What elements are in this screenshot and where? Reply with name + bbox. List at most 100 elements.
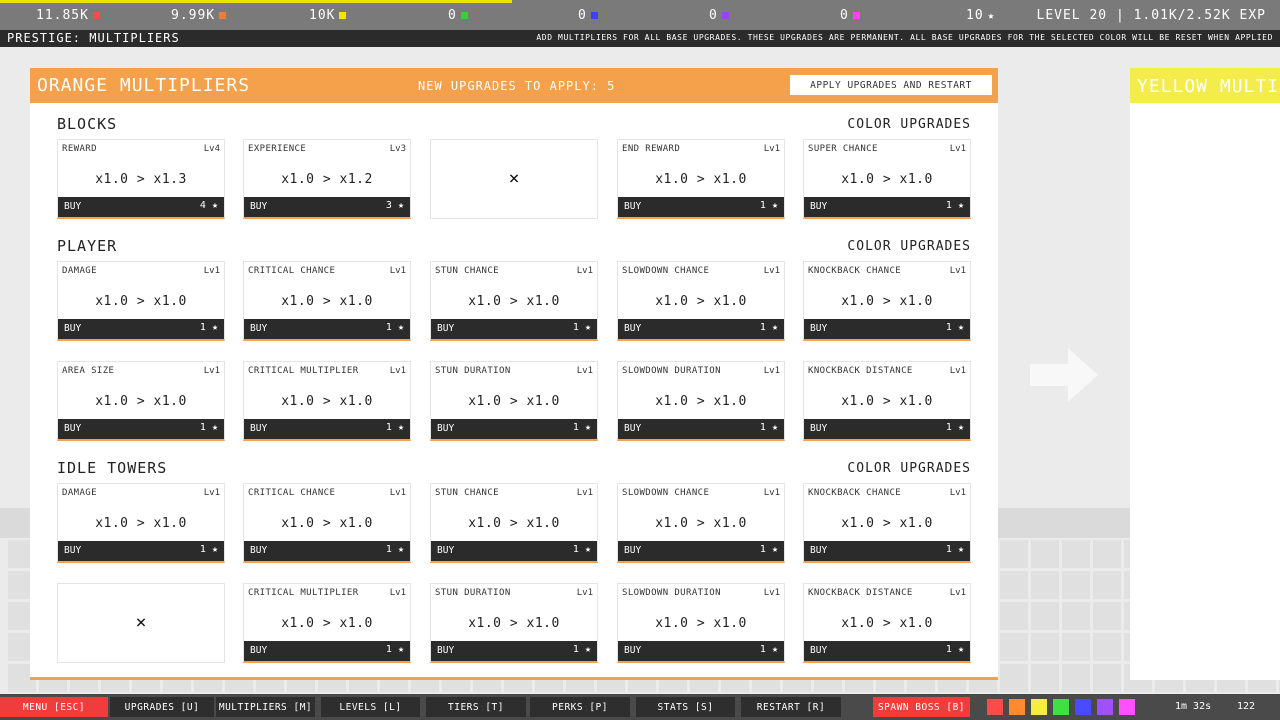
buy-button[interactable]: BUY 3 ★ <box>244 197 410 217</box>
color-swatch-button[interactable] <box>1097 699 1113 715</box>
background-tile <box>1062 602 1090 630</box>
resource-counter: 10K <box>309 8 347 23</box>
buy-label: BUY <box>250 545 268 556</box>
buy-label: BUY <box>250 423 268 434</box>
upgrade-level: Lv1 <box>576 266 593 276</box>
star-icon: ★ <box>211 200 218 211</box>
buy-label: BUY <box>810 423 828 434</box>
upgrade-multiplier: x1.0 > x1.0 <box>468 394 560 409</box>
color-square-icon <box>852 12 860 19</box>
perks-tab[interactable]: PERKS [P] <box>530 697 630 717</box>
upgrade-card: END REWARD Lv1 x1.0 > x1.0 BUY 1 ★ <box>617 139 785 219</box>
buy-button[interactable]: BUY 1 ★ <box>58 319 224 339</box>
upgrade-card: STUN CHANCE Lv1 x1.0 > x1.0 BUY 1 ★ <box>430 261 598 341</box>
color-swatch-button[interactable] <box>1009 699 1025 715</box>
background-tile <box>1000 571 1028 599</box>
color-swatch-button[interactable] <box>1075 699 1091 715</box>
buy-cost: 1 ★ <box>760 644 778 655</box>
upgrade-name: SUPER CHANCE <box>808 144 878 154</box>
buy-label: BUY <box>624 645 642 656</box>
buy-button[interactable]: BUY 1 ★ <box>618 197 784 217</box>
orange-multipliers-panel: ORANGE MULTIPLIERS NEW UPGRADES TO APPLY… <box>30 68 998 680</box>
spawn-boss-button[interactable]: SPAWN BOSS [B] <box>873 697 970 717</box>
upgrade-multiplier: x1.0 > x1.0 <box>655 394 747 409</box>
upgrade-level: Lv1 <box>389 488 406 498</box>
buy-button[interactable]: BUY 1 ★ <box>618 319 784 339</box>
color-swatch-button[interactable] <box>1031 699 1047 715</box>
upgrade-multiplier: x1.0 > x1.0 <box>281 394 373 409</box>
stars-counter: 10 ★ <box>966 8 995 23</box>
buy-button[interactable]: BUY 1 ★ <box>804 319 970 339</box>
buy-button[interactable]: BUY 1 ★ <box>244 541 410 561</box>
color-swatch-button[interactable] <box>987 699 1003 715</box>
background-tile <box>1000 602 1028 630</box>
side-panel-title: YELLOW MULTI <box>1130 68 1280 103</box>
resource-counter: 0 <box>709 8 729 23</box>
buy-cost: 1 ★ <box>946 644 964 655</box>
star-icon: ★ <box>771 200 778 211</box>
yellow-multipliers-panel[interactable]: YELLOW MULTI <box>1130 68 1280 680</box>
buy-label: BUY <box>437 323 455 334</box>
upgrade-name: CRITICAL MULTIPLIER <box>248 588 359 598</box>
apply-upgrades-button[interactable]: APPLY UPGRADES AND RESTART <box>790 75 992 95</box>
section-title-idle-towers: IDLE TOWERS <box>57 459 168 477</box>
resource-value: 0 <box>448 8 457 23</box>
buy-label: BUY <box>437 423 455 434</box>
upgrade-name: STUN DURATION <box>435 588 511 598</box>
buy-button[interactable]: BUY 1 ★ <box>431 319 597 339</box>
upgrade-level: Lv1 <box>949 144 966 154</box>
upgrade-name: CRITICAL MULTIPLIER <box>248 366 359 376</box>
upgrade-card: SLOWDOWN CHANCE Lv1 x1.0 > x1.0 BUY 1 ★ <box>617 261 785 341</box>
menu-button[interactable]: MENU [ESC] <box>0 697 108 717</box>
upgrades-tab[interactable]: UPGRADES [U] <box>110 697 214 717</box>
cost-value: 4 <box>199 200 206 211</box>
upgrade-name: END REWARD <box>622 144 681 154</box>
star-icon: ★ <box>987 9 996 22</box>
background-tile <box>1093 633 1121 661</box>
upgrade-level: Lv1 <box>576 488 593 498</box>
buy-button[interactable]: BUY 1 ★ <box>804 419 970 439</box>
buy-cost: 1 ★ <box>386 644 404 655</box>
multipliers-tab[interactable]: MULTIPLIERS [M] <box>216 697 315 717</box>
buy-button[interactable]: BUY 1 ★ <box>618 541 784 561</box>
buy-button[interactable]: BUY 1 ★ <box>804 541 970 561</box>
upgrade-name: SLOWDOWN DURATION <box>622 366 721 376</box>
color-swatch-button[interactable] <box>1119 699 1135 715</box>
buy-button[interactable]: BUY 1 ★ <box>618 641 784 661</box>
upgrade-multiplier: x1.0 > x1.0 <box>841 172 933 187</box>
buy-button[interactable]: BUY 1 ★ <box>431 641 597 661</box>
upgrade-level: Lv1 <box>949 266 966 276</box>
buy-cost: 1 ★ <box>573 544 591 555</box>
buy-button[interactable]: BUY 1 ★ <box>431 419 597 439</box>
next-color-arrow-icon[interactable] <box>1030 348 1098 402</box>
buy-cost: 3 ★ <box>386 200 404 211</box>
upgrade-card: AREA SIZE Lv1 x1.0 > x1.0 BUY 1 ★ <box>57 361 225 441</box>
buy-label: BUY <box>64 423 82 434</box>
upgrade-name: DAMAGE <box>62 488 97 498</box>
buy-button[interactable]: BUY 4 ★ <box>58 197 224 217</box>
buy-button[interactable]: BUY 1 ★ <box>804 197 970 217</box>
upgrade-multiplier: x1.0 > x1.0 <box>468 616 560 631</box>
stats-tab[interactable]: STATS [S] <box>636 697 735 717</box>
buy-button[interactable]: BUY 1 ★ <box>244 641 410 661</box>
upgrade-level: Lv4 <box>203 144 220 154</box>
tiers-tab[interactable]: TIERS [T] <box>426 697 526 717</box>
buy-button[interactable]: BUY 1 ★ <box>244 419 410 439</box>
color-swatch-button[interactable] <box>1053 699 1069 715</box>
color-square-icon <box>219 12 227 19</box>
buy-button[interactable]: BUY 1 ★ <box>431 541 597 561</box>
levels-tab[interactable]: LEVELS [L] <box>321 697 420 717</box>
upgrade-card: STUN DURATION Lv1 x1.0 > x1.0 BUY 1 ★ <box>430 583 598 663</box>
star-icon: ★ <box>957 422 964 433</box>
upgrade-level: Lv1 <box>763 488 780 498</box>
upgrade-level: Lv1 <box>949 488 966 498</box>
buy-cost: 4 ★ <box>200 200 218 211</box>
buy-button[interactable]: BUY 1 ★ <box>244 319 410 339</box>
buy-button[interactable]: BUY 1 ★ <box>58 541 224 561</box>
restart-button[interactable]: RESTART [R] <box>741 697 841 717</box>
upgrade-multiplier: x1.0 > x1.0 <box>655 616 747 631</box>
buy-button[interactable]: BUY 1 ★ <box>58 419 224 439</box>
buy-button[interactable]: BUY 1 ★ <box>618 419 784 439</box>
upgrade-level: Lv1 <box>949 366 966 376</box>
buy-button[interactable]: BUY 1 ★ <box>804 641 970 661</box>
